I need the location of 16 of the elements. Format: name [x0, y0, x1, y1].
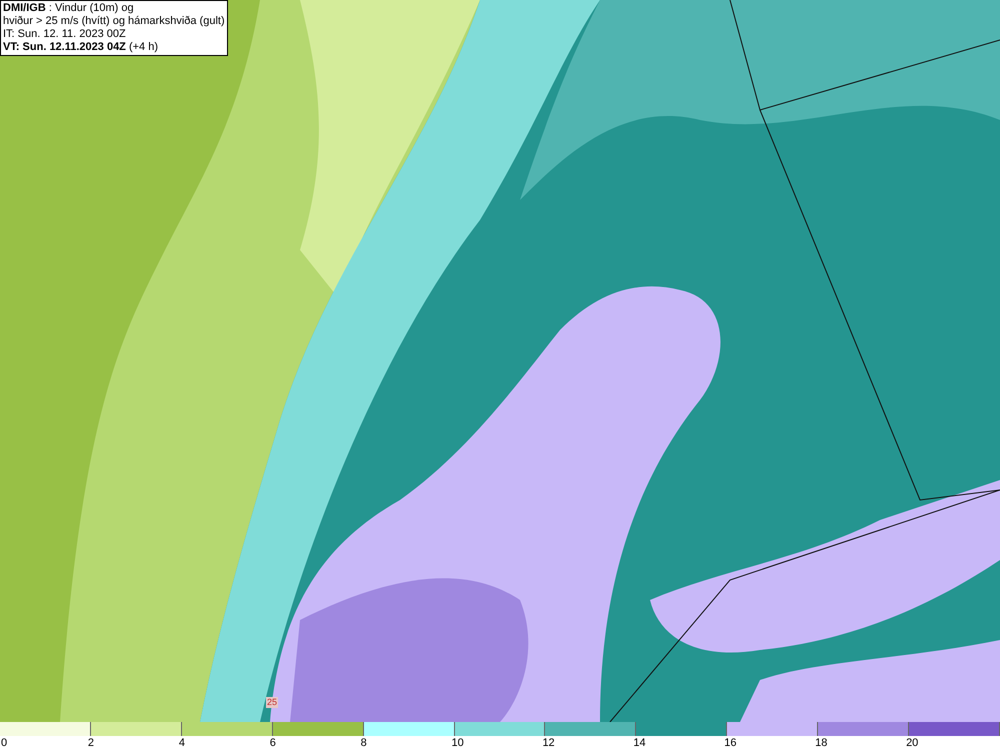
info-line: VT: Sun. 12.11.2023 04Z (+4 h) — [3, 41, 160, 54]
legend-label: 0 — [1, 736, 8, 750]
legend-label: 8 — [360, 736, 367, 750]
info-line: IT: Sun. 12. 11. 2023 00Z — [3, 28, 127, 41]
legend-label: 20 — [906, 736, 918, 750]
legend-label: 10 — [452, 736, 464, 750]
legend-label: 16 — [724, 736, 736, 750]
legend-label: 12 — [542, 736, 555, 750]
legend-label: 2 — [88, 736, 94, 750]
info-line: hviður > 25 m/s (hvítt) og hámarkshviða (gult) — [3, 15, 225, 28]
info-line: DMI/IGB : Vindur (10m) og — [3, 2, 135, 15]
legend-label: 6 — [270, 736, 276, 750]
legend-label: 4 — [178, 736, 185, 750]
contour-label: 25 — [266, 697, 278, 708]
legend-label: 18 — [815, 736, 828, 750]
legend-label: 14 — [633, 736, 646, 750]
